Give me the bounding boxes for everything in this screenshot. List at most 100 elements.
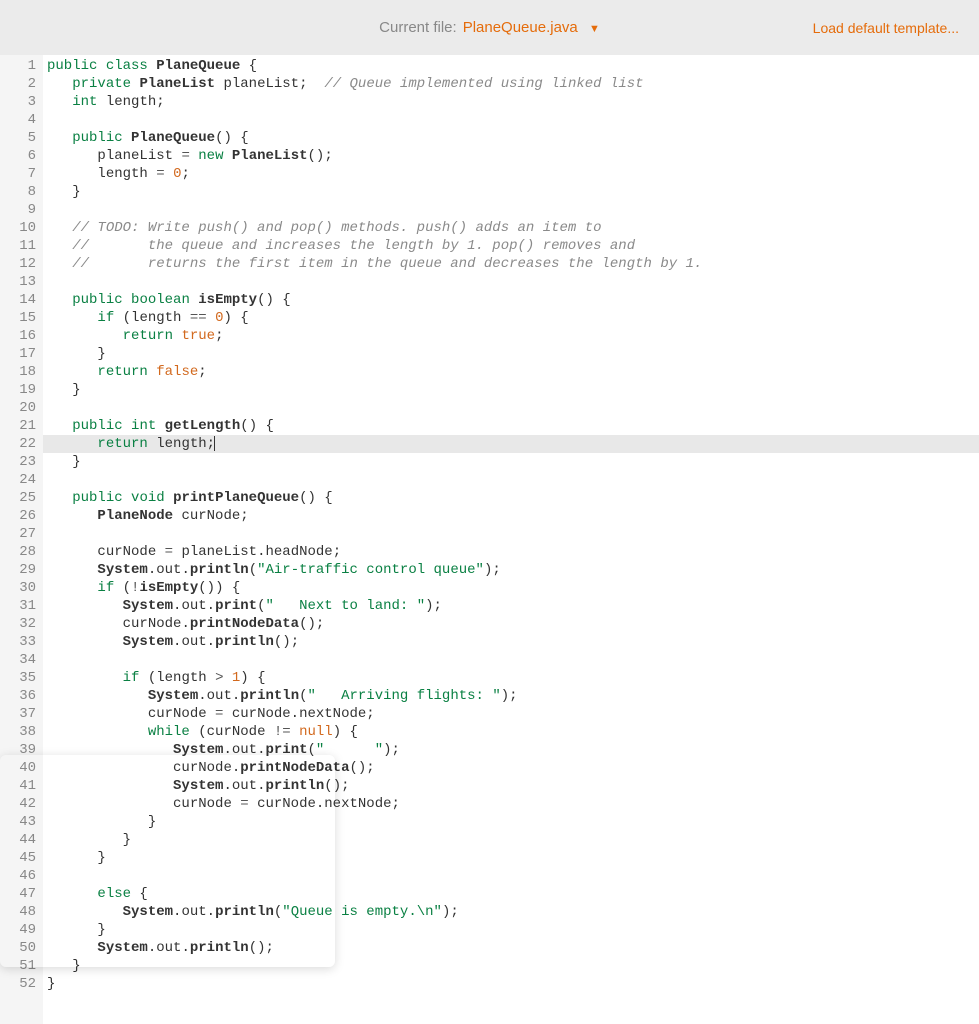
line-number: 47: [0, 885, 36, 903]
code-area[interactable]: public class PlaneQueue { private PlaneL…: [43, 55, 979, 1024]
line-number: 51: [0, 957, 36, 975]
header-bar: Current file: PlaneQueue.java ▼ Load def…: [0, 0, 979, 55]
code-line[interactable]: PlaneNode curNode;: [47, 507, 979, 525]
code-line[interactable]: [47, 273, 979, 291]
line-number: 50: [0, 939, 36, 957]
code-line[interactable]: [47, 867, 979, 885]
code-line[interactable]: public void printPlaneQueue() {: [47, 489, 979, 507]
code-line[interactable]: System.out.println();: [47, 939, 979, 957]
text-cursor: [214, 436, 215, 451]
code-line[interactable]: return length;: [43, 435, 979, 453]
code-line[interactable]: public int getLength() {: [47, 417, 979, 435]
code-line[interactable]: System.out.println("Air-traffic control …: [47, 561, 979, 579]
line-number: 31: [0, 597, 36, 615]
line-number: 35: [0, 669, 36, 687]
line-number: 13: [0, 273, 36, 291]
line-number: 11: [0, 237, 36, 255]
line-number: 37: [0, 705, 36, 723]
code-line[interactable]: }: [47, 381, 979, 399]
line-number: 28: [0, 543, 36, 561]
code-line[interactable]: [47, 399, 979, 417]
line-number: 10: [0, 219, 36, 237]
line-number: 9: [0, 201, 36, 219]
line-number: 42: [0, 795, 36, 813]
line-number: 22: [0, 435, 36, 453]
code-line[interactable]: // returns the first item in the queue a…: [47, 255, 979, 273]
code-line[interactable]: }: [47, 849, 979, 867]
code-line[interactable]: public class PlaneQueue {: [47, 57, 979, 75]
code-line[interactable]: if (!isEmpty()) {: [47, 579, 979, 597]
line-number: 26: [0, 507, 36, 525]
line-number: 25: [0, 489, 36, 507]
code-line[interactable]: if (length == 0) {: [47, 309, 979, 327]
code-line[interactable]: System.out.println(" Arriving flights: "…: [47, 687, 979, 705]
line-number: 36: [0, 687, 36, 705]
line-number: 45: [0, 849, 36, 867]
code-line[interactable]: }: [47, 345, 979, 363]
line-number: 49: [0, 921, 36, 939]
code-line[interactable]: }: [47, 921, 979, 939]
line-number: 15: [0, 309, 36, 327]
code-line[interactable]: [47, 525, 979, 543]
code-line[interactable]: public PlaneQueue() {: [47, 129, 979, 147]
line-number: 44: [0, 831, 36, 849]
code-line[interactable]: [47, 651, 979, 669]
code-line[interactable]: public boolean isEmpty() {: [47, 291, 979, 309]
line-number: 43: [0, 813, 36, 831]
code-line[interactable]: [47, 471, 979, 489]
code-line[interactable]: System.out.println();: [47, 633, 979, 651]
line-number: 4: [0, 111, 36, 129]
line-number: 14: [0, 291, 36, 309]
line-number: 33: [0, 633, 36, 651]
code-line[interactable]: planeList = new PlaneList();: [47, 147, 979, 165]
code-line[interactable]: length = 0;: [47, 165, 979, 183]
load-default-link[interactable]: Load default template...: [813, 20, 959, 36]
current-file-label: Current file:: [379, 19, 457, 36]
code-line[interactable]: System.out.print(" ");: [47, 741, 979, 759]
code-line[interactable]: int length;: [47, 93, 979, 111]
code-line[interactable]: [47, 111, 979, 129]
line-number: 8: [0, 183, 36, 201]
code-line[interactable]: // the queue and increases the length by…: [47, 237, 979, 255]
code-editor[interactable]: 1234567891011121314151617181920212223242…: [0, 55, 979, 1024]
code-line[interactable]: // TODO: Write push() and pop() methods.…: [47, 219, 979, 237]
filename-dropdown[interactable]: PlaneQueue.java ▼: [463, 19, 600, 36]
code-line[interactable]: }: [47, 183, 979, 201]
code-line[interactable]: curNode.printNodeData();: [47, 615, 979, 633]
code-line[interactable]: }: [47, 813, 979, 831]
code-line[interactable]: curNode = curNode.nextNode;: [47, 795, 979, 813]
line-number: 32: [0, 615, 36, 633]
code-line[interactable]: return false;: [47, 363, 979, 381]
code-line[interactable]: }: [47, 453, 979, 471]
line-number: 17: [0, 345, 36, 363]
line-number: 19: [0, 381, 36, 399]
code-line[interactable]: [47, 201, 979, 219]
code-line[interactable]: System.out.println("Queue is empty.\n");: [47, 903, 979, 921]
line-number: 41: [0, 777, 36, 795]
filename-text: PlaneQueue.java: [463, 19, 578, 36]
line-number-gutter: 1234567891011121314151617181920212223242…: [0, 55, 43, 1024]
code-line[interactable]: }: [47, 975, 979, 993]
line-number: 24: [0, 471, 36, 489]
line-number: 27: [0, 525, 36, 543]
code-line[interactable]: else {: [47, 885, 979, 903]
line-number: 29: [0, 561, 36, 579]
line-number: 21: [0, 417, 36, 435]
line-number: 1: [0, 57, 36, 75]
code-line[interactable]: System.out.println();: [47, 777, 979, 795]
code-line[interactable]: }: [47, 957, 979, 975]
code-line[interactable]: private PlaneList planeList; // Queue im…: [47, 75, 979, 93]
code-line[interactable]: }: [47, 831, 979, 849]
chevron-down-icon: ▼: [589, 23, 600, 35]
line-number: 5: [0, 129, 36, 147]
line-number: 48: [0, 903, 36, 921]
code-line[interactable]: curNode = planeList.headNode;: [47, 543, 979, 561]
code-line[interactable]: while (curNode != null) {: [47, 723, 979, 741]
line-number: 18: [0, 363, 36, 381]
code-line[interactable]: return true;: [47, 327, 979, 345]
line-number: 39: [0, 741, 36, 759]
code-line[interactable]: curNode.printNodeData();: [47, 759, 979, 777]
code-line[interactable]: if (length > 1) {: [47, 669, 979, 687]
code-line[interactable]: curNode = curNode.nextNode;: [47, 705, 979, 723]
code-line[interactable]: System.out.print(" Next to land: ");: [47, 597, 979, 615]
